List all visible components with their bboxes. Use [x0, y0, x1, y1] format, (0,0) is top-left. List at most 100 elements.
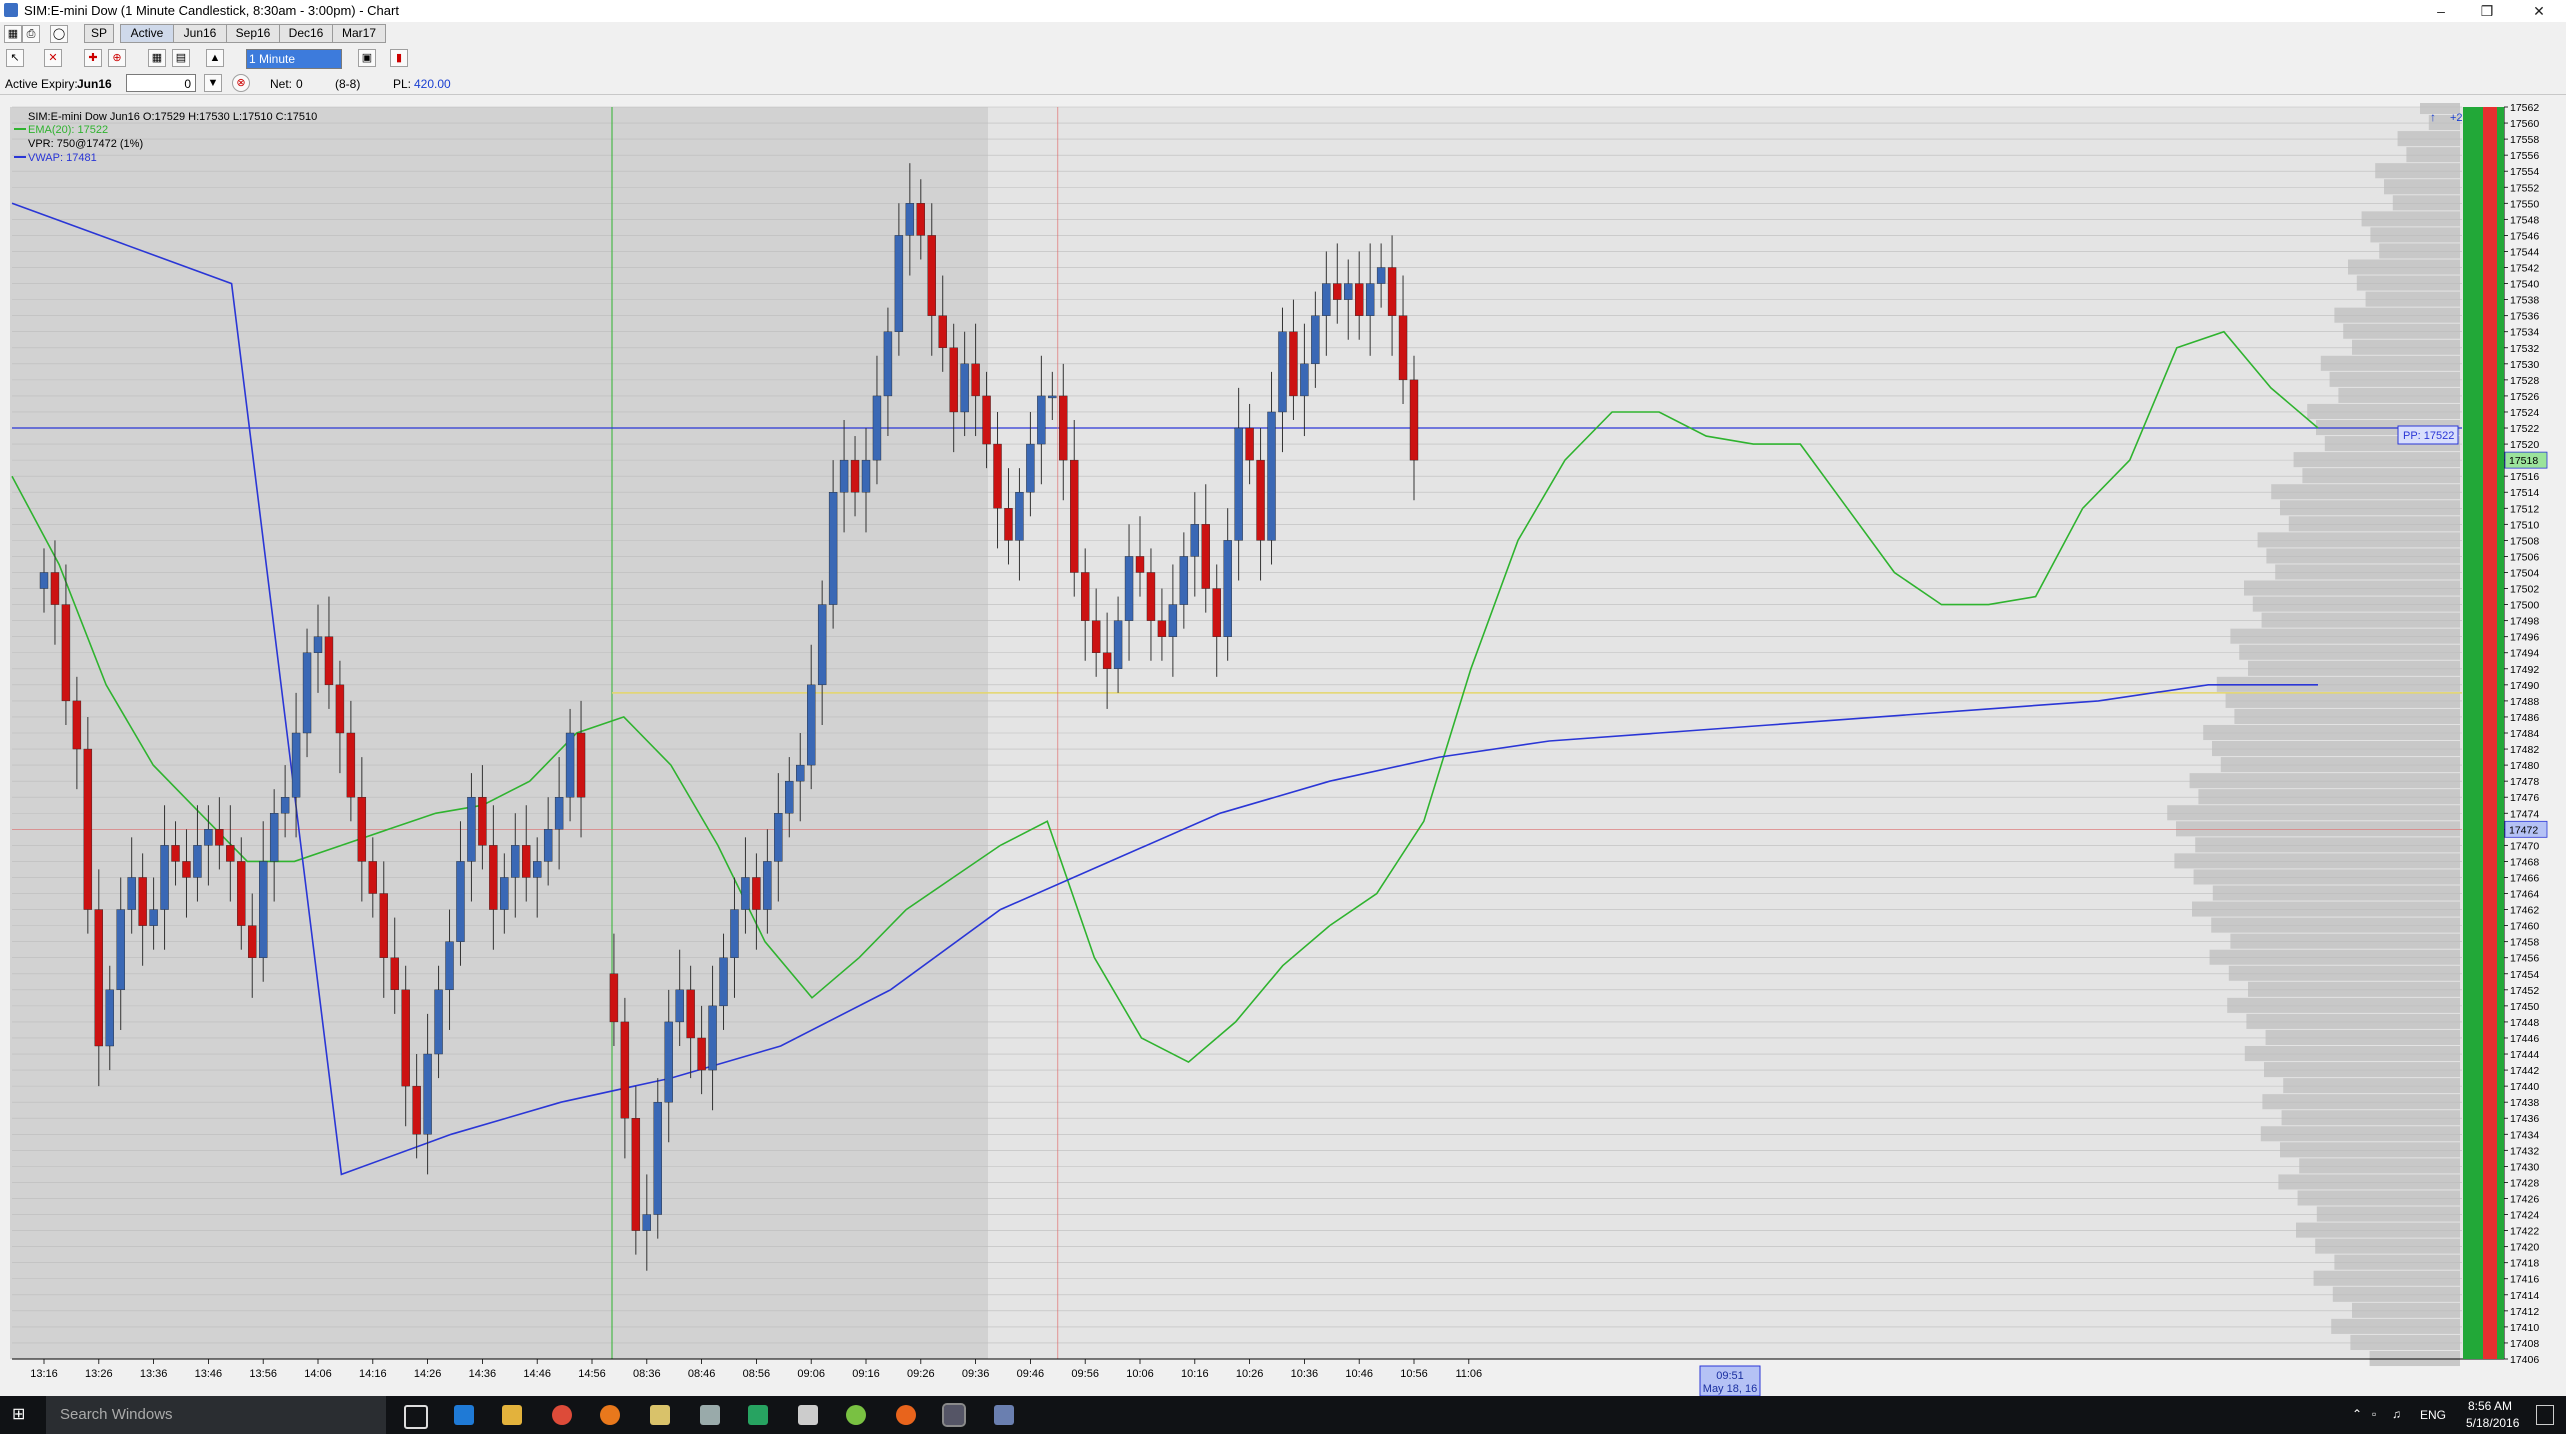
target-icon[interactable]: ⊕	[108, 49, 126, 67]
x-tick-label: 09:46	[1017, 1368, 1045, 1380]
tab-dec16[interactable]: Dec16	[279, 24, 333, 43]
crosshair-icon[interactable]: ✚	[84, 49, 102, 67]
down-candle-body	[335, 684, 345, 734]
up-candle-body	[313, 636, 323, 653]
task-view-icon[interactable]	[404, 1405, 428, 1429]
volume-icon[interactable]: ♫	[2392, 1407, 2401, 1421]
app-blue-icon[interactable]	[994, 1405, 1014, 1425]
y-tick-label: 17452	[2510, 985, 2539, 997]
network-icon[interactable]: ▫	[2372, 1407, 2376, 1421]
chart-canvas[interactable]: 17562 17560 17558 17556 17554 17552 17550 17548…	[0, 98, 2566, 1399]
game-icon[interactable]	[650, 1405, 670, 1425]
tab-sep16[interactable]: Sep16	[226, 24, 280, 43]
grid-icon[interactable]: ▦	[148, 49, 166, 67]
layout-icon[interactable]: ▦	[4, 25, 22, 43]
cancel-orders-icon[interactable]: ⊗	[232, 74, 250, 92]
pointer-icon[interactable]: ↖	[6, 49, 24, 67]
up-candle-body	[127, 877, 136, 910]
volume-profile-bar	[2297, 1190, 2460, 1206]
properties-icon[interactable]: ▣	[358, 49, 376, 67]
taskbar-search[interactable]: Search Windows	[46, 1396, 386, 1434]
file-explorer-icon[interactable]	[502, 1405, 522, 1425]
up-candle-body	[796, 764, 805, 782]
calculator-icon[interactable]	[700, 1405, 720, 1425]
y-tick-label: 17468	[2510, 856, 2539, 868]
up-candle-body	[675, 989, 684, 1023]
y-tick-label: 17560	[2510, 118, 2539, 130]
volume-profile-bar	[2252, 596, 2460, 612]
y-tick-label: 17432	[2510, 1145, 2539, 1157]
tab-mar17[interactable]: Mar17	[332, 24, 386, 43]
down-candle-body	[324, 636, 334, 686]
y-tick-label: 17562	[2510, 103, 2539, 114]
app-leaf-icon[interactable]	[846, 1405, 866, 1425]
up-candle-body	[1037, 395, 1046, 445]
down-candle-body	[237, 861, 246, 926]
up-candle-body	[708, 1005, 717, 1071]
expiry-value: Jun16	[77, 77, 112, 91]
down-candle-body	[949, 347, 958, 413]
firefox-icon[interactable]	[600, 1405, 620, 1425]
up-candle-body	[807, 684, 816, 766]
tab-jun16[interactable]: Jun16	[173, 24, 227, 43]
clock-date[interactable]: 5/18/2016	[2466, 1416, 2519, 1430]
up-candle-body	[434, 989, 443, 1055]
up-candle-body	[653, 1101, 662, 1215]
globe-icon[interactable]: ◯	[50, 25, 68, 43]
up-candle-body	[730, 909, 739, 958]
volume-profile-bar	[2288, 516, 2460, 532]
y-tick-label: 17438	[2510, 1097, 2539, 1109]
y-tick-label: 17492	[2510, 664, 2539, 676]
x-tick-label: 14:56	[578, 1368, 606, 1380]
language-indicator[interactable]: ENG	[2420, 1408, 2446, 1422]
up-candle-body	[1124, 556, 1134, 621]
chrome-icon[interactable]	[552, 1405, 572, 1425]
tab-active[interactable]: Active	[120, 24, 174, 43]
windows-start-icon[interactable]: ⊞	[12, 1407, 28, 1423]
y-tick-label: 17554	[2510, 166, 2539, 178]
down-candle-body	[1398, 315, 1408, 381]
print-icon[interactable]: ⎙	[22, 25, 40, 43]
x-tick-label: 14:26	[414, 1368, 442, 1380]
quantity-field[interactable]: 0	[126, 74, 196, 92]
chart-type-icon[interactable]: ▲	[206, 49, 224, 67]
down-candle-body	[1157, 620, 1167, 637]
volume-profile-bar	[2313, 1270, 2460, 1286]
volume-profile-bar	[2307, 403, 2460, 419]
up-candle-body	[149, 909, 158, 926]
photos-icon[interactable]	[798, 1405, 818, 1425]
up-candle-body	[741, 877, 750, 910]
edge-icon[interactable]	[454, 1405, 474, 1425]
tray-chevron-icon[interactable]: ⌃	[2352, 1407, 2362, 1421]
down-candle-body	[379, 893, 388, 958]
indicators-icon[interactable]: ▮	[390, 49, 408, 67]
maximize-button[interactable]: ❒	[2464, 0, 2510, 22]
timeframe-select[interactable]: 1 Minute	[246, 49, 342, 69]
instrument-select[interactable]: SP	[84, 24, 114, 43]
app-green-icon[interactable]	[748, 1405, 768, 1425]
app-orange-icon[interactable]	[896, 1405, 916, 1425]
volume-profile-bar	[2244, 1046, 2460, 1062]
clock-time[interactable]: 8:56 AM	[2468, 1399, 2512, 1413]
minimize-button[interactable]: –	[2418, 0, 2464, 22]
candle	[83, 716, 93, 934]
down-candle-body	[1387, 267, 1397, 316]
tools-toolbar: ↖ ✕ ✚ ⊕ ▦ ▤ ▲ 1 Minute ▣ ▮	[0, 44, 2566, 72]
volume-profile-bar	[2278, 1174, 2460, 1190]
y-tick-label: 17482	[2510, 744, 2539, 756]
volume-profile-bar	[2225, 692, 2460, 708]
legend-vwap: VWAP: 17481	[28, 152, 97, 164]
volume-profile-bar	[2316, 1206, 2460, 1222]
chevron-down-icon[interactable]: ▼	[204, 74, 222, 92]
y-tick-label: 17510	[2510, 519, 2539, 531]
trading-bar: Active Expiry: Jun16 0 ▼ ⊗ Net: 0 (8-8) …	[0, 72, 2566, 95]
poc-price-tag-text: 17472	[2509, 824, 2538, 836]
close-button[interactable]: ✕	[2516, 0, 2562, 22]
notifications-icon[interactable]	[2536, 1405, 2554, 1425]
trading-app-icon[interactable]	[942, 1403, 966, 1427]
table-icon[interactable]: ▤	[172, 49, 190, 67]
volume-profile-bar	[2167, 805, 2460, 821]
down-candle-body	[1409, 379, 1419, 461]
price-chart[interactable]: 17562 17560 17558 17556 17554 17552 17550 17548…	[0, 98, 2566, 1399]
delete-drawings-icon[interactable]: ✕	[44, 49, 62, 67]
